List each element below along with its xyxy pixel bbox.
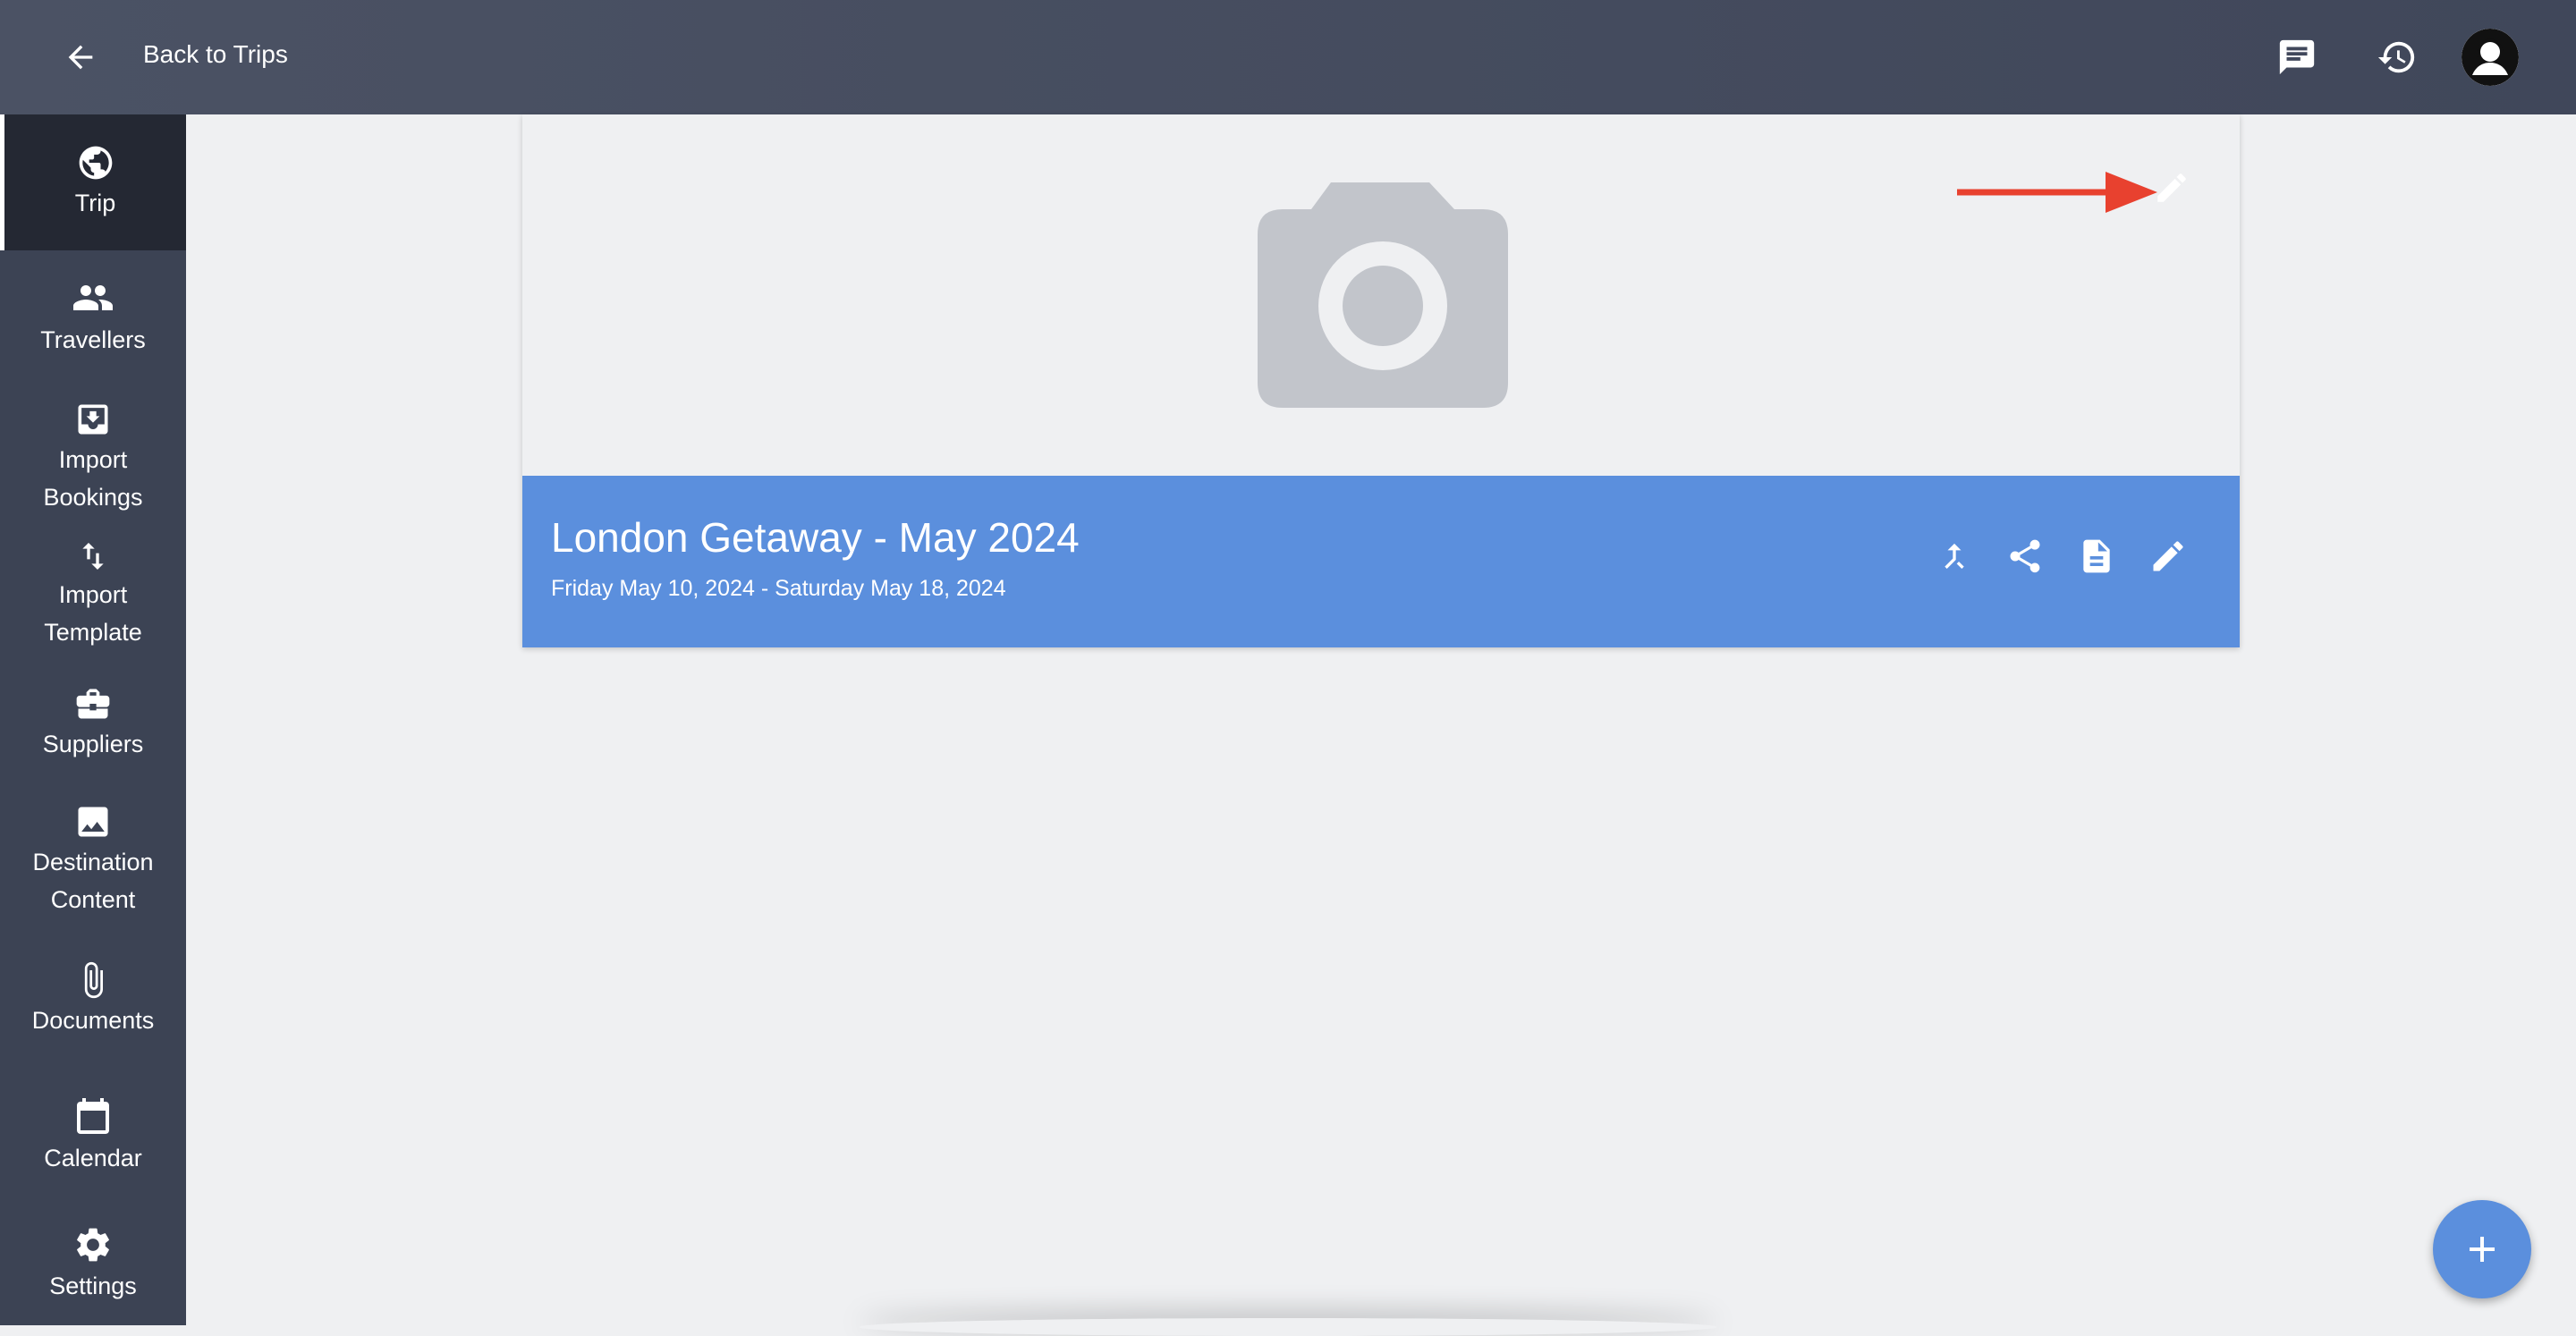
merge-icon — [1945, 543, 1964, 570]
top-app-bar: Back to Trips — [0, 0, 2576, 114]
trip-dates: Friday May 10, 2024 - Saturday May 18, 2… — [551, 576, 1006, 601]
history-button[interactable] — [2370, 30, 2424, 84]
swap-vertical-icon — [82, 543, 104, 570]
arrow-left-icon — [68, 45, 93, 70]
sidebar-item-calendar[interactable]: Calendar — [0, 1068, 186, 1204]
back-button[interactable] — [55, 32, 106, 82]
sidebar-item-travellers[interactable]: Travellers — [0, 250, 186, 385]
sidebar-item-label: Documents — [31, 1007, 155, 1034]
document-icon — [2083, 539, 2110, 573]
annotation-arrow — [1957, 172, 2157, 213]
chat-icon — [2279, 39, 2315, 75]
trip-card: London Getaway - May 2024 Friday May 10,… — [522, 114, 2240, 647]
sidebar-item-label: Import Bookings — [43, 446, 143, 511]
sidebar-item-label: Suppliers — [42, 731, 144, 757]
globe-icon — [79, 146, 112, 180]
chat-button[interactable] — [2270, 30, 2324, 84]
add-fab-button[interactable] — [2433, 1200, 2531, 1298]
sidebar-item-label: Calendar — [44, 1145, 142, 1171]
trip-banner: London Getaway - May 2024 Friday May 10,… — [522, 476, 2240, 647]
sidebar-item-label: Settings — [49, 1273, 137, 1299]
back-to-trips-link[interactable]: Back to Trips — [143, 40, 288, 69]
history-icon — [2377, 41, 2415, 73]
edit-cover-image-button[interactable] — [2147, 163, 2197, 213]
scroll-shadow — [859, 1318, 1717, 1336]
import-icon — [78, 404, 108, 435]
people-icon — [73, 285, 113, 310]
trip-document-button[interactable] — [2070, 529, 2123, 583]
sidebar-item-label: Trip — [74, 190, 116, 216]
sidebar-item-label: Destination Content — [32, 849, 154, 913]
sidebar-item-settings[interactable]: Settings — [0, 1204, 186, 1325]
user-avatar-icon — [2462, 29, 2519, 86]
sidebar: Trip Travellers Import Bookings Import T… — [0, 114, 186, 1325]
share-icon — [2010, 539, 2040, 573]
briefcase-icon — [76, 689, 110, 719]
sidebar-item-import-bookings[interactable]: Import Bookings — [0, 385, 186, 531]
paperclip-icon — [84, 961, 103, 999]
trip-cover-image-placeholder[interactable] — [522, 114, 2240, 476]
sidebar-item-label: Import Template — [44, 581, 142, 646]
sidebar-item-suppliers[interactable]: Suppliers — [0, 658, 186, 789]
calendar-icon — [77, 1098, 109, 1134]
avatar[interactable] — [2462, 29, 2519, 86]
trip-title: London Getaway - May 2024 — [551, 514, 1080, 561]
sidebar-item-label: Travellers — [40, 326, 146, 353]
sidebar-item-destination-content[interactable]: Destination Content — [0, 789, 186, 932]
image-icon — [78, 807, 108, 837]
sidebar-item-import-template[interactable]: Import Template — [0, 531, 186, 658]
sidebar-item-trip[interactable]: Trip — [0, 114, 186, 250]
merge-trip-button[interactable] — [1928, 529, 1981, 583]
share-trip-button[interactable] — [1998, 529, 2052, 583]
pencil-icon — [2153, 541, 2183, 571]
sidebar-item-documents[interactable]: Documents — [0, 932, 186, 1068]
edit-trip-button[interactable] — [2141, 529, 2195, 583]
camera-icon — [1258, 182, 1508, 408]
pencil-icon — [2157, 173, 2186, 202]
gear-icon — [77, 1228, 109, 1262]
plus-icon — [2470, 1237, 2495, 1262]
